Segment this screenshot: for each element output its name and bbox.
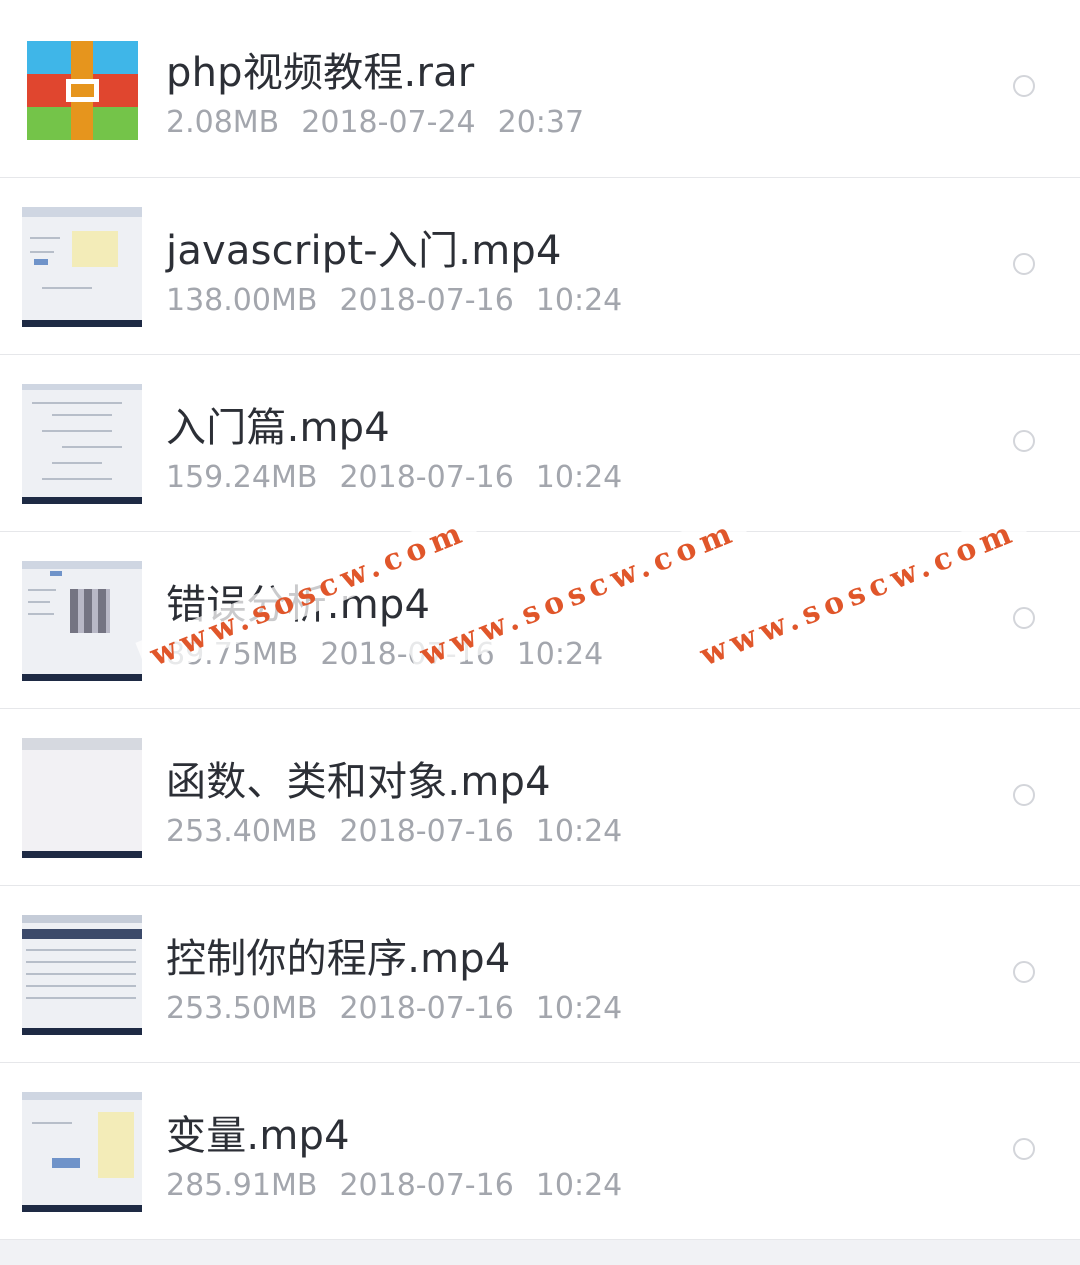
video-thumbnail-icon: [22, 1092, 142, 1212]
video-thumbnail-icon: [22, 384, 142, 504]
video-thumbnail-icon: [22, 915, 142, 1035]
file-list: php视频教程.rar 2.08MB 2018-07-24 20:37 javasc…: [0, 0, 1080, 1240]
select-radio[interactable]: [1013, 1138, 1035, 1160]
file-meta: 159.24MB 2018-07-16 10:24: [166, 460, 622, 495]
file-time: 10:24: [516, 637, 604, 672]
file-date: 2018-07-16: [339, 283, 514, 318]
file-row[interactable]: 入门篇.mp4 159.24MB 2018-07-16 10:24: [0, 355, 1080, 532]
file-size: 89.75MB: [166, 637, 299, 672]
file-size: 138.00MB: [166, 283, 318, 318]
file-name: 变量.mp4: [166, 1113, 350, 1159]
file-name: 控制你的程序.mp4: [166, 936, 511, 982]
file-row[interactable]: php视频教程.rar 2.08MB 2018-07-24 20:37: [0, 0, 1080, 178]
file-row[interactable]: javascript-入门.mp4 138.00MB 2018-07-16 10:2…: [0, 178, 1080, 355]
file-time: 10:24: [535, 460, 623, 495]
select-radio[interactable]: [1013, 430, 1035, 452]
file-date: 2018-07-16: [339, 814, 514, 849]
select-radio[interactable]: [1013, 784, 1035, 806]
file-meta: 253.50MB 2018-07-16 10:24: [166, 991, 622, 1026]
video-thumbnail-icon: [22, 561, 142, 681]
file-row[interactable]: 函数、类和对象.mp4 253.40MB 2018-07-16 10:24: [0, 709, 1080, 886]
file-time: 10:24: [535, 283, 623, 318]
file-size: 285.91MB: [166, 1168, 318, 1203]
file-date: 2018-07-16: [339, 991, 514, 1026]
file-row[interactable]: 错误分析.mp4 89.75MB 2018-07-16 10:24: [0, 532, 1080, 709]
select-radio[interactable]: [1013, 961, 1035, 983]
select-radio[interactable]: [1013, 253, 1035, 275]
file-size: 253.50MB: [166, 991, 318, 1026]
file-time: 10:24: [535, 814, 623, 849]
file-time: 10:24: [535, 991, 623, 1026]
video-thumbnail-icon: [22, 738, 142, 858]
file-meta: 138.00MB 2018-07-16 10:24: [166, 283, 622, 318]
file-meta: 89.75MB 2018-07-16 10:24: [166, 637, 603, 672]
list-footer-background: [0, 1240, 1080, 1265]
file-meta: 253.40MB 2018-07-16 10:24: [166, 814, 622, 849]
file-size: 253.40MB: [166, 814, 318, 849]
video-thumbnail-icon: [22, 207, 142, 327]
file-time: 20:37: [497, 105, 585, 140]
file-time: 10:24: [535, 1168, 623, 1203]
file-name: 入门篇.mp4: [166, 405, 390, 451]
select-radio[interactable]: [1013, 607, 1035, 629]
file-meta: 285.91MB 2018-07-16 10:24: [166, 1168, 622, 1203]
file-date: 2018-07-16: [339, 460, 514, 495]
file-date: 2018-07-16: [320, 637, 495, 672]
file-meta: 2.08MB 2018-07-24 20:37: [166, 105, 584, 140]
select-radio[interactable]: [1013, 75, 1035, 97]
archive-icon: [27, 41, 138, 140]
file-size: 2.08MB: [166, 105, 280, 140]
file-row[interactable]: 控制你的程序.mp4 253.50MB 2018-07-16 10:24: [0, 886, 1080, 1063]
file-name: 函数、类和对象.mp4: [166, 759, 551, 805]
file-name: javascript-入门.mp4: [166, 228, 562, 274]
file-name: php视频教程.rar: [166, 50, 475, 96]
file-date: 2018-07-16: [339, 1168, 514, 1203]
file-name: 错误分析.mp4: [166, 582, 431, 628]
file-size: 159.24MB: [166, 460, 318, 495]
file-row[interactable]: 变量.mp4 285.91MB 2018-07-16 10:24: [0, 1063, 1080, 1240]
file-date: 2018-07-24: [301, 105, 476, 140]
